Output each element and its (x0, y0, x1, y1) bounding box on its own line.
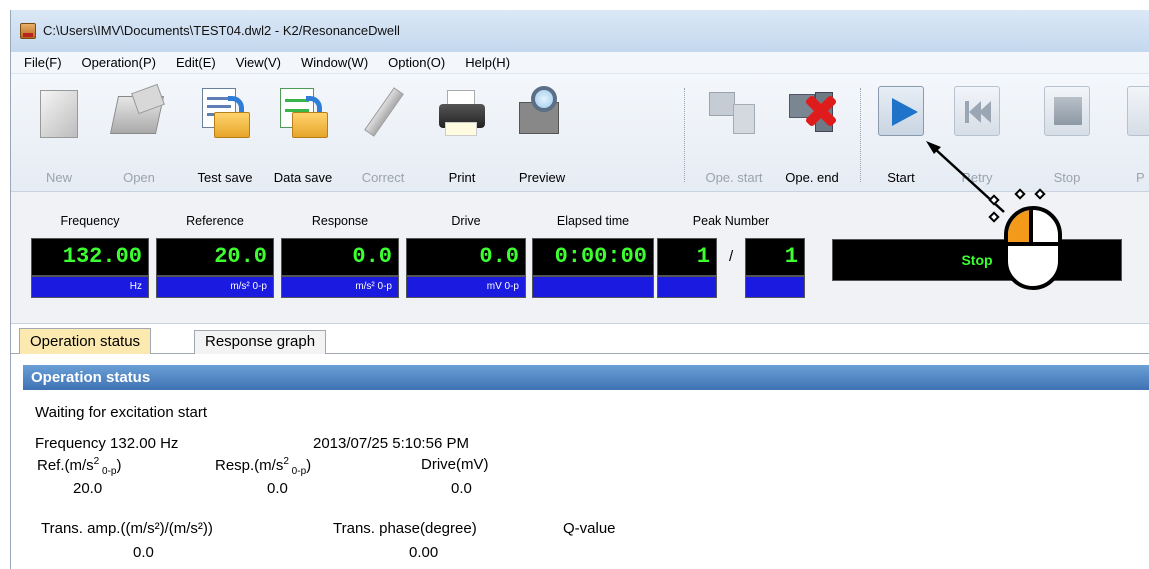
toolbar-separator (860, 88, 861, 182)
menu-bar: File(F) Operation(P) Edit(E) View(V) Win… (11, 52, 1149, 74)
trans-amp-label: Trans. amp.((m/s²)/(m/s²)) (41, 520, 213, 537)
peak-total-value: 1 (745, 238, 805, 276)
drive-value: 0.0 (451, 480, 472, 497)
new-button[interactable]: New (29, 82, 89, 185)
preview-label: Preview (518, 170, 566, 185)
printer-icon (435, 82, 489, 142)
menu-file[interactable]: File(F) (24, 55, 62, 70)
drive-column-label: Drive(mV) (421, 456, 489, 473)
trans-phase-label: Trans. phase(degree) (333, 520, 477, 537)
partial-label: P (1136, 170, 1145, 182)
operation-status-header: Operation status (23, 365, 1149, 390)
magnifier-icon (515, 82, 569, 142)
new-file-icon (32, 82, 86, 142)
title-bar: C:\Users\IMV\Documents\TEST04.dwl2 - K2/… (11, 10, 1149, 52)
open-label: Open (123, 170, 155, 185)
computer-disconnect-icon (785, 82, 839, 142)
status-frequency: Frequency 132.00 Hz (35, 435, 179, 452)
response-value: 0.0 (281, 238, 399, 276)
run-state-display: Stop (832, 239, 1122, 281)
print-label: Print (448, 170, 476, 185)
preview-button[interactable]: Preview (509, 82, 575, 185)
peak-current-unit (657, 276, 717, 298)
start-button[interactable]: Start (873, 82, 929, 185)
frequency-value: 132.00 (31, 238, 149, 276)
start-icon (874, 82, 928, 142)
peak-slash: / (729, 248, 734, 265)
reference-unit: m/s² 0-p (156, 276, 274, 298)
reference-value: 20.0 (156, 238, 274, 276)
resp-column-label: Resp.(m/s2 0-p) (215, 456, 312, 477)
reference-label: Reference (186, 214, 244, 228)
data-save-icon (276, 82, 330, 142)
trans-amp-value: 0.0 (133, 544, 154, 561)
app-window: C:\Users\IMV\Documents\TEST04.dwl2 - K2/… (10, 10, 1149, 569)
drive-unit: mV 0-p (406, 276, 526, 298)
test-save-icon (198, 82, 252, 142)
computer-connect-icon (707, 82, 761, 142)
stop-icon (1040, 82, 1094, 142)
open-button[interactable]: Open (103, 82, 175, 185)
open-folder-icon (109, 82, 166, 142)
peak-current-value: 1 (657, 238, 717, 276)
trans-phase-value: 0.00 (409, 544, 439, 561)
retry-button[interactable]: Retry (947, 82, 1007, 185)
menu-window[interactable]: Window(W) (301, 55, 368, 70)
retry-label: Retry (961, 170, 993, 185)
ope-start-label: Ope. start (705, 170, 763, 185)
status-datetime: 2013/07/25 5:10:56 PM (313, 435, 469, 452)
menu-edit[interactable]: Edit(E) (176, 55, 216, 70)
response-label: Response (311, 214, 369, 228)
app-icon (20, 23, 36, 39)
elapsed-time-value: 0:00:00 (532, 238, 654, 276)
tab-operation-status[interactable]: Operation status (19, 328, 152, 354)
data-save-button[interactable]: Data save (265, 82, 341, 185)
new-label: New (45, 170, 72, 185)
ope-end-button[interactable]: Ope. end (775, 82, 849, 185)
elapsed-time-unit (532, 276, 654, 298)
drive-value: 0.0 (406, 238, 526, 276)
elapsed-time-label: Elapsed time (556, 214, 630, 228)
partial-icon (1123, 82, 1149, 142)
print-button[interactable]: Print (433, 82, 491, 185)
window-title: C:\Users\IMV\Documents\TEST04.dwl2 - K2/… (43, 23, 400, 38)
pencil-icon (356, 82, 410, 142)
rewind-icon (950, 82, 1004, 142)
tab-bar: Operation status Response graph (11, 328, 1149, 354)
peak-total-unit (745, 276, 805, 298)
ref-column-label: Ref.(m/s2 0-p) (37, 456, 122, 477)
peak-number-label: Peak Number (692, 214, 770, 228)
menu-operation[interactable]: Operation(P) (82, 55, 156, 70)
status-message: Waiting for excitation start (35, 404, 208, 421)
frequency-label: Frequency (60, 214, 120, 228)
frequency-unit: Hz (31, 276, 149, 298)
response-unit: m/s² 0-p (281, 276, 399, 298)
operation-status-body: Waiting for excitation start Frequency 1… (11, 390, 1149, 569)
menu-option[interactable]: Option(O) (388, 55, 445, 70)
resp-value: 0.0 (267, 480, 288, 497)
data-save-label: Data save (273, 170, 333, 185)
ope-start-button[interactable]: Ope. start (695, 82, 773, 185)
ope-end-label: Ope. end (785, 170, 839, 185)
start-label: Start (887, 170, 915, 185)
toolbar-separator (684, 88, 685, 182)
mouse-left-click-icon (1004, 206, 1062, 290)
menu-view[interactable]: View(V) (236, 55, 281, 70)
play-icon (892, 98, 918, 126)
toolbar: New Open Test save Data save Correct Pri… (11, 74, 1149, 192)
stop-button[interactable]: Stop (1037, 82, 1097, 185)
correct-label: Correct (361, 170, 405, 185)
monitor-panel: Frequency 132.00 Hz Reference 20.0 m/s² … (11, 192, 1149, 324)
drive-label: Drive (451, 214, 481, 228)
q-value-label: Q-value (563, 520, 616, 537)
partial-button[interactable]: P (1123, 82, 1149, 182)
test-save-label: Test save (197, 170, 253, 185)
menu-help[interactable]: Help(H) (465, 55, 510, 70)
ref-value: 20.0 (73, 480, 103, 497)
test-save-button[interactable]: Test save (187, 82, 263, 185)
stop-label: Stop (1053, 170, 1081, 185)
tab-response-graph[interactable]: Response graph (194, 330, 327, 354)
correct-button[interactable]: Correct (351, 82, 415, 185)
